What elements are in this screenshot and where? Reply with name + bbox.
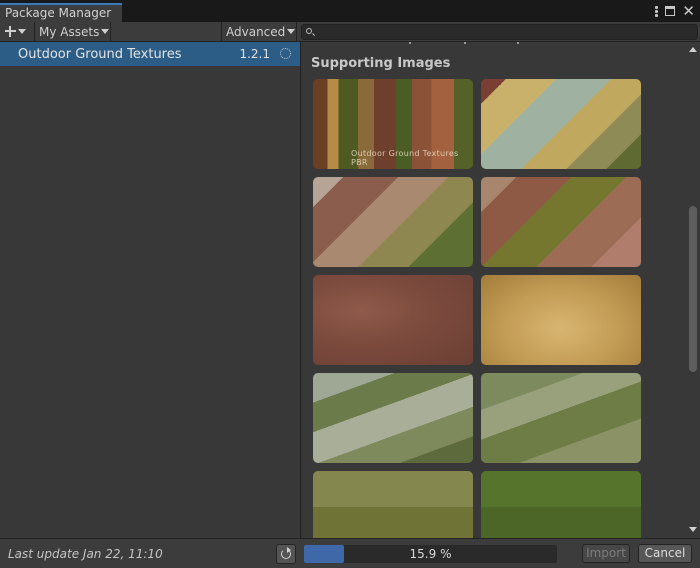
- supporting-image-8[interactable]: [481, 373, 641, 463]
- cancel-button[interactable]: Cancel: [638, 544, 692, 563]
- more-options-icon[interactable]: [655, 5, 659, 17]
- scrolled-content-edge: [409, 42, 519, 46]
- supporting-image-caption: Outdoor Ground Textures PBR: [351, 149, 459, 167]
- refresh-button[interactable]: [276, 544, 296, 564]
- supporting-image-10[interactable]: [481, 471, 641, 538]
- scope-dropdown-label: My Assets: [39, 24, 100, 39]
- window-tab[interactable]: Package Manager: [0, 3, 122, 22]
- chevron-down-icon: [18, 29, 26, 34]
- window-title-bar: Package Manager ✕: [0, 0, 700, 22]
- status-bar: Last update Jan 22, 11:10 15.9 % Import …: [0, 538, 700, 568]
- refresh-icon: [281, 547, 291, 559]
- scroll-down-arrow-icon[interactable]: [689, 527, 697, 532]
- scroll-up-arrow-icon[interactable]: [689, 47, 697, 52]
- chevron-down-icon: [101, 29, 110, 34]
- section-title: Supporting Images: [311, 56, 451, 71]
- supporting-image-4[interactable]: [481, 177, 641, 267]
- toolbar: My Assets Advanced: [0, 22, 700, 42]
- plus-icon: [5, 26, 16, 37]
- package-list: Outdoor Ground Textures 1.2.1: [0, 42, 300, 538]
- progress-text: 15.9 %: [409, 547, 452, 561]
- last-update-text: Last update Jan 22, 11:10: [8, 547, 163, 561]
- maximize-icon[interactable]: [665, 6, 676, 16]
- loading-spinner-icon: [280, 48, 291, 59]
- close-icon[interactable]: ✕: [682, 4, 695, 19]
- search-icon: [306, 28, 312, 34]
- search-input[interactable]: [301, 24, 698, 40]
- add-package-button[interactable]: [0, 22, 35, 41]
- window-title: Package Manager: [5, 6, 112, 20]
- package-details: Supporting Images Outdoor Ground Texture…: [301, 42, 686, 538]
- import-button[interactable]: Import: [582, 544, 630, 563]
- advanced-dropdown[interactable]: Advanced: [221, 22, 297, 41]
- supporting-image-3[interactable]: [313, 177, 473, 267]
- window-controls: ✕: [655, 4, 695, 19]
- supporting-image-9[interactable]: [313, 471, 473, 538]
- download-progress-bar: 15.9 %: [304, 545, 557, 563]
- package-list-item[interactable]: Outdoor Ground Textures 1.2.1: [0, 42, 300, 66]
- chevron-down-icon: [287, 29, 296, 34]
- supporting-image-2[interactable]: [481, 79, 641, 169]
- advanced-dropdown-label: Advanced: [226, 24, 286, 39]
- scope-dropdown[interactable]: My Assets: [35, 22, 111, 41]
- package-name: Outdoor Ground Textures: [18, 46, 182, 62]
- supporting-image-6[interactable]: [481, 275, 641, 365]
- package-version: 1.2.1: [239, 47, 270, 61]
- supporting-image-7[interactable]: [313, 373, 473, 463]
- scrollbar-thumb[interactable]: [689, 206, 697, 372]
- supporting-image-5[interactable]: [313, 275, 473, 365]
- details-scrollbar[interactable]: [686, 42, 700, 538]
- supporting-image-1[interactable]: Outdoor Ground Textures PBR: [313, 79, 473, 169]
